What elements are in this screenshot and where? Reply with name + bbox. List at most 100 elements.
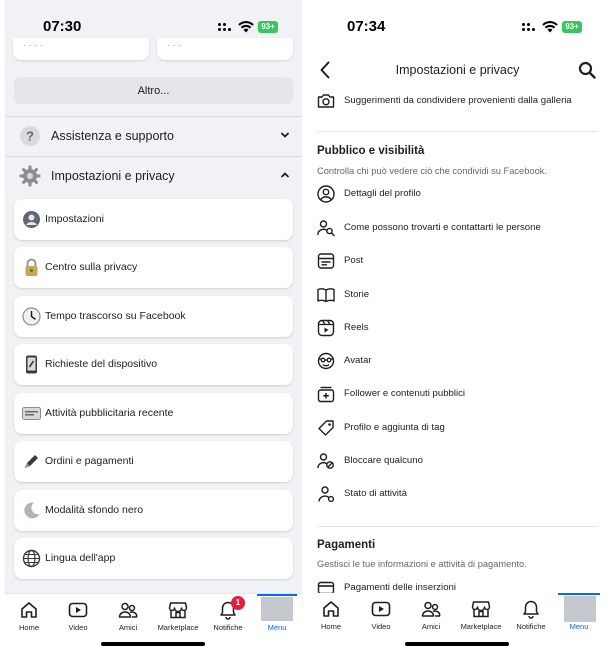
phone-device-icon [26,355,37,374]
menu-item-label: Ordini e pagamenti [45,455,134,467]
setting-block-someone[interactable]: Bloccare qualcuno [309,447,606,475]
gear-icon [19,165,41,187]
tab-marketplace[interactable]: Marketplace [153,594,203,640]
left-phone-screen: 07:30 93+ · · · · · · · Altro... ? Assis… [5,0,302,655]
system-indicators: 93+ [218,21,278,33]
tab-notifications[interactable]: Notifiche [506,593,556,639]
tab-friends[interactable]: Amici [103,594,153,640]
section-description-payments: Gestisci le tue informazioni e attività … [317,559,527,569]
friends-icon [118,602,138,618]
tab-notifications[interactable]: 1 Notifiche [203,594,253,640]
menu-item-label: Richieste del dispositivo [45,358,158,370]
setting-posts[interactable]: Post [309,247,606,275]
tab-label: Home [18,623,39,632]
tab-menu[interactable]: Menu [554,593,604,639]
avatar-icon [564,596,596,622]
chevron-down-icon[interactable] [280,130,290,140]
setting-followers[interactable]: Follower e contenuti pubblici [309,380,606,408]
tab-label: Amici [118,623,138,632]
tab-label: Home [320,622,341,631]
menu-item-ad-activity[interactable]: Attività pubblicitaria recente [14,393,293,434]
setting-label: Storie [344,289,370,300]
menu-item-settings[interactable]: Impostazioni [14,199,293,240]
setting-profile-details[interactable]: Dettagli del profilo [309,180,606,208]
profile-circle-icon [317,185,335,203]
friends-icon [421,601,441,617]
menu-item-orders-payments[interactable]: Ordini e pagamenti [14,441,293,482]
cellular-signal-icon [218,23,232,33]
divider [317,131,598,132]
setting-label: Stato di attività [344,488,407,499]
tab-video[interactable]: Video [53,594,103,640]
home-icon [21,602,37,618]
avatar-icon [261,597,293,621]
user-settings-icon [23,211,40,228]
tab-label: Menu [569,622,589,631]
post-icon [317,253,335,269]
globe-icon [22,549,41,568]
status-bar: 07:34 93+ [309,0,606,52]
section-settings-privacy[interactable]: Impostazioni e privacy [5,157,302,195]
book-icon [317,288,335,303]
menu-item-time-spent[interactable]: Tempo trascorso su Facebook [14,296,293,337]
wifi-icon [238,21,254,33]
divider [317,526,598,527]
setting-gallery-suggestions[interactable]: Suggerimenti da condividere provenienti … [309,87,606,115]
reels-icon [317,319,335,337]
home-indicator [101,642,205,646]
menu-item-dark-mode[interactable]: Modalità sfondo nero [14,490,293,531]
setting-activity-status[interactable]: Stato di attività [309,480,606,508]
section-label: Impostazioni e privacy [51,169,175,183]
camera-icon [317,94,335,108]
section-description-public: Controlla chi può vedere ciò che condivi… [317,166,547,176]
right-phone-screen: 07:34 93+ Impostazioni e privacy Suggeri… [309,0,606,655]
setting-stories[interactable]: Storie [309,281,606,309]
block-user-icon [317,453,334,469]
menu-item-privacy-center[interactable]: Centro sulla privacy [14,247,293,288]
menu-item-app-language[interactable]: Lingua dell'app [14,538,293,579]
setting-profile-tagging[interactable]: Profilo e aggiunta di tag [309,414,606,442]
tab-menu[interactable]: Menu [252,594,302,640]
menu-item-device-requests[interactable]: Richieste del dispositivo [14,344,293,385]
ad-activity-icon [22,407,41,420]
marketplace-icon [168,602,188,619]
setting-find-contact[interactable]: Come possono trovarti e contattarti le p… [309,214,606,242]
tab-home[interactable]: Home [5,594,54,640]
setting-label: Bloccare qualcuno [344,455,423,466]
menu-item-label: Lingua dell'app [45,552,116,564]
battery-indicator: 93+ [258,21,278,33]
setting-label: Avatar [344,355,372,366]
battery-indicator: 93+ [562,21,582,33]
home-indicator [405,642,509,646]
chevron-up-icon[interactable] [280,170,290,180]
see-more-button[interactable]: Altro... [14,77,293,104]
shortcut-card[interactable]: · · · [157,38,293,60]
video-icon [68,602,88,618]
tab-home[interactable]: Home [309,593,356,639]
video-icon [371,601,391,617]
setting-label: Pagamenti delle inserzioni [344,582,456,593]
tab-label: Amici [421,622,441,631]
tab-friends[interactable]: Amici [406,593,456,639]
wifi-icon [542,21,558,33]
setting-reels[interactable]: Reels [309,314,606,342]
section-title-public: Pubblico e visibilità [317,145,425,157]
setting-avatar[interactable]: Avatar [309,347,606,375]
follower-icon [317,386,335,403]
menu-item-label: Tempo trascorso su Facebook [45,310,186,322]
setting-label: Reels [344,322,369,333]
tag-icon [318,420,334,436]
clock-icon [22,307,41,326]
shortcut-card[interactable]: · · · · [13,38,149,60]
lock-icon [25,258,38,276]
setting-label: Dettagli del profilo [344,188,421,199]
status-time: 07:30 [43,18,82,35]
menu-item-label: Impostazioni [45,213,104,225]
section-help-support[interactable]: ? Assistenza e supporto [5,117,302,155]
cellular-signal-icon [522,23,536,33]
tab-video[interactable]: Video [356,593,406,639]
search-icon[interactable] [578,61,596,79]
setting-label: Suggerimenti da condividere provenienti … [344,95,572,106]
tab-marketplace[interactable]: Marketplace [456,593,506,639]
setting-label: Post [344,255,364,266]
